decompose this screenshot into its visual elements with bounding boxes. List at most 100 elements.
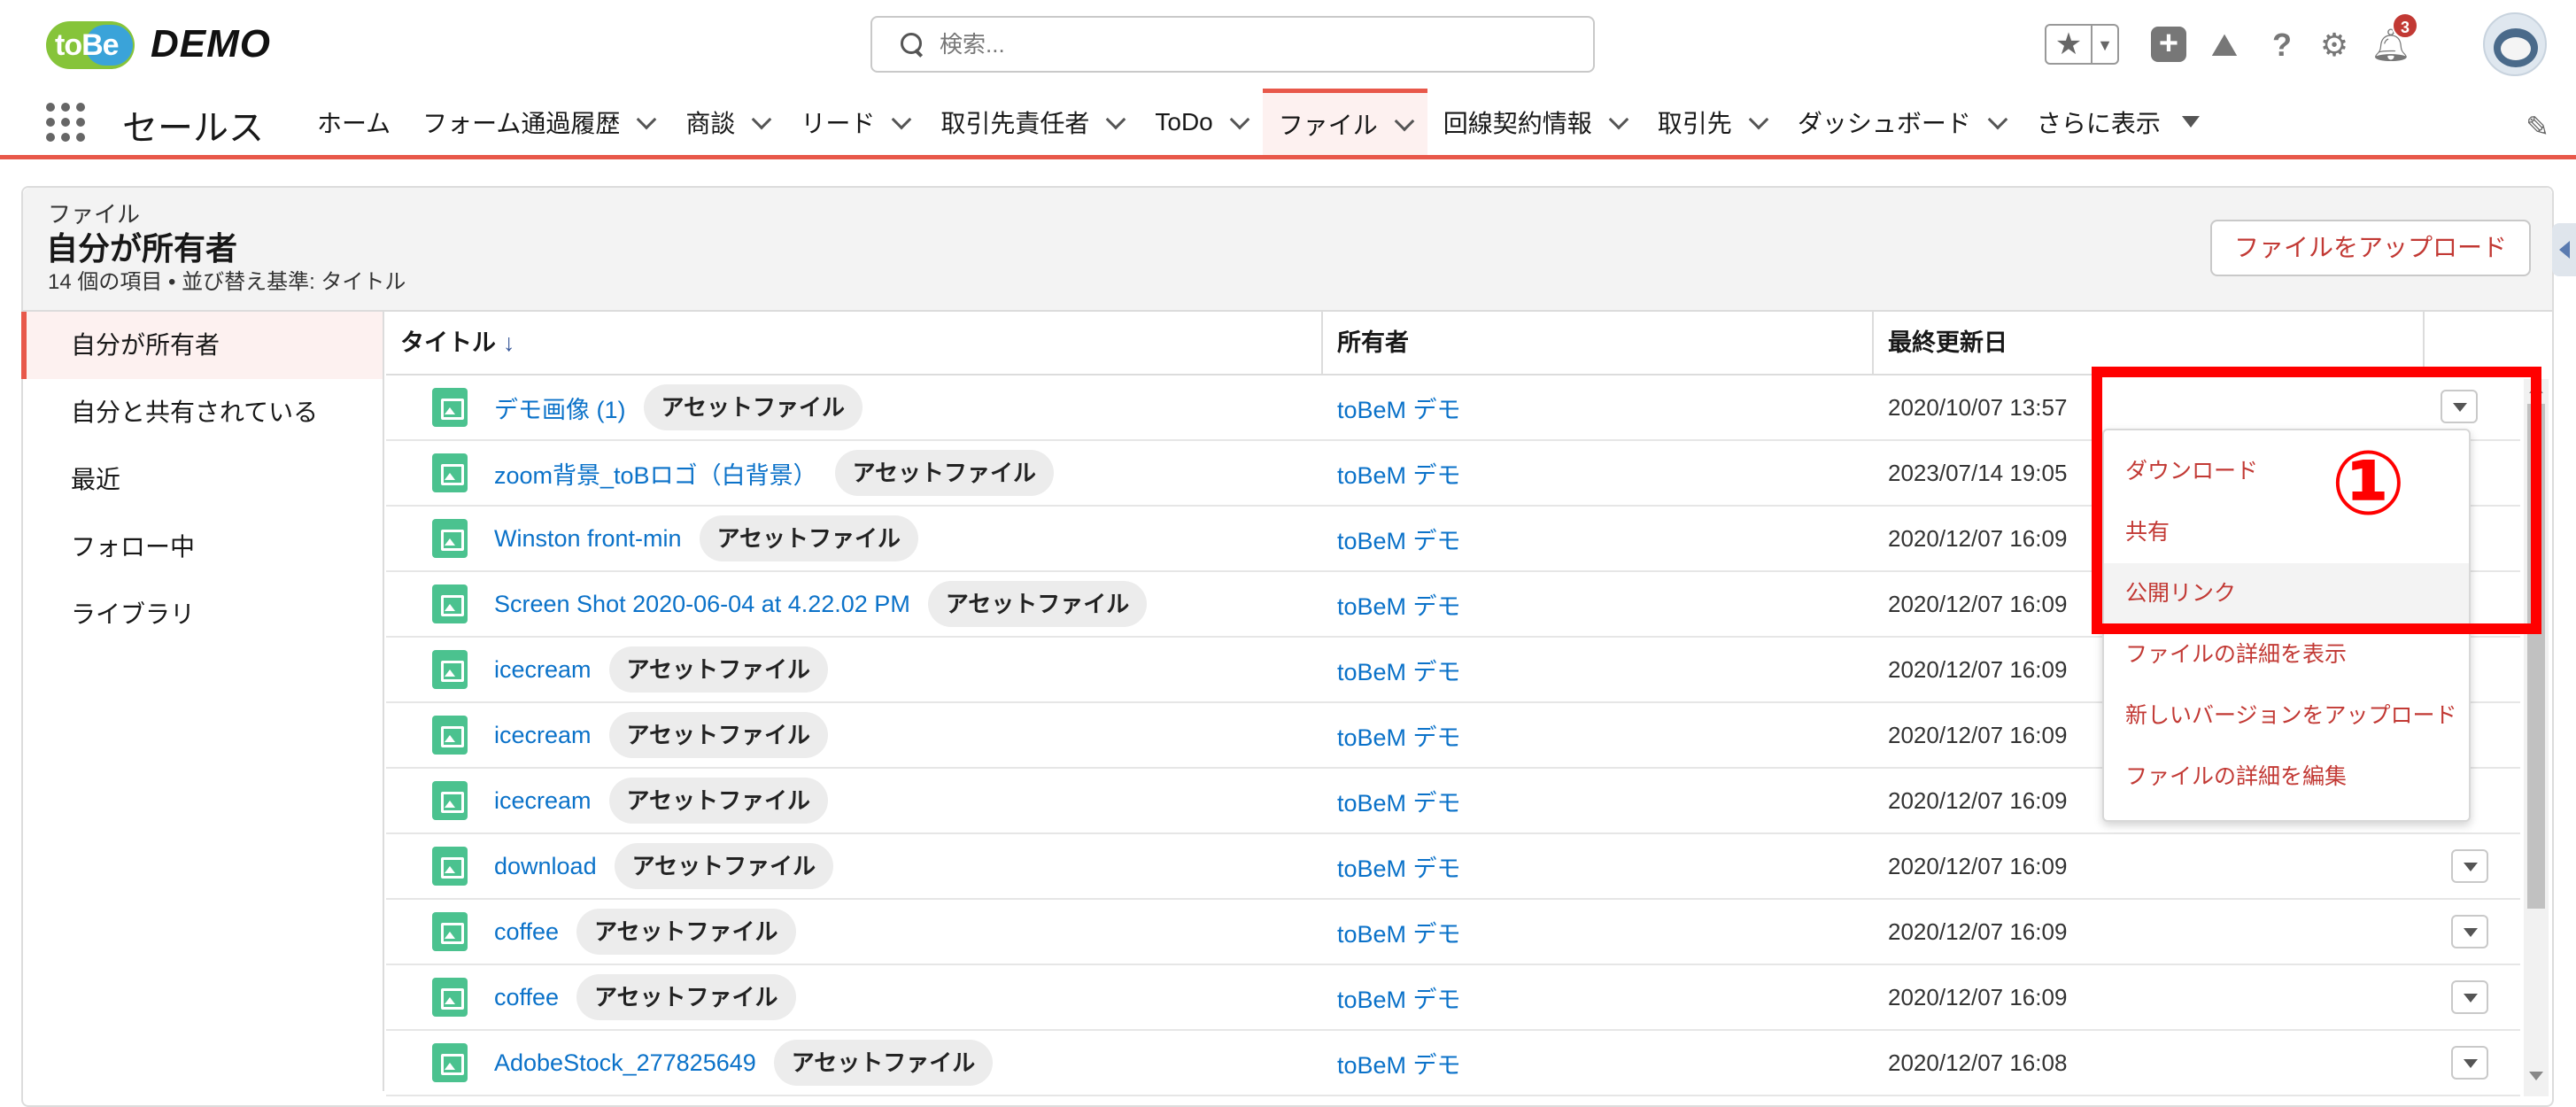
- chevron-down-icon[interactable]: [1106, 109, 1126, 129]
- annotation-highlight-box: [2092, 367, 2541, 634]
- nav-item-9[interactable]: ダッシュボード: [1782, 89, 2021, 155]
- file-title-link[interactable]: download: [494, 853, 597, 880]
- help-icon[interactable]: ?: [2262, 25, 2302, 66]
- nav-item-label: 回線契約情報: [1443, 109, 1592, 137]
- owner-link[interactable]: toBeM デモ: [1323, 915, 1874, 949]
- file-title-link[interactable]: icecream: [494, 722, 592, 749]
- global-search[interactable]: [870, 16, 1595, 73]
- nav-item-label: ダッシュボード: [1797, 109, 1971, 137]
- asset-file-badge: アセットファイル: [608, 712, 829, 758]
- nav-item-0[interactable]: ホーム: [301, 89, 406, 155]
- row-actions-button[interactable]: [2451, 849, 2488, 883]
- sidebar-item[interactable]: 自分が所有者: [21, 312, 383, 379]
- row-actions-button[interactable]: [2451, 980, 2488, 1014]
- search-input[interactable]: [940, 30, 1559, 58]
- title-cell: デモ画像 (1) アセットファイル: [386, 384, 1323, 430]
- file-title-link[interactable]: Screen Shot 2020-06-04 at 4.22.02 PM: [494, 591, 910, 618]
- asset-file-badge: アセットファイル: [773, 1040, 994, 1086]
- logo-badge-text: toBe: [55, 28, 120, 62]
- global-actions-plus-icon[interactable]: +: [2151, 27, 2186, 62]
- title-cell: icecream アセットファイル: [386, 712, 1323, 758]
- owner-link[interactable]: toBeM デモ: [1323, 718, 1874, 753]
- owner-link[interactable]: toBeM デモ: [1323, 653, 1874, 687]
- owner-link[interactable]: toBeM デモ: [1323, 456, 1874, 491]
- chevron-down-icon[interactable]: [1229, 109, 1250, 129]
- chevron-down-icon[interactable]: [892, 109, 912, 129]
- column-header-owner[interactable]: 所有者: [1323, 312, 1874, 374]
- avatar[interactable]: [2483, 12, 2547, 76]
- owner-link[interactable]: toBeM デモ: [1323, 1046, 1874, 1080]
- file-title-link[interactable]: AdobeStock_277825649: [494, 1049, 756, 1077]
- chevron-down-icon[interactable]: [637, 109, 657, 129]
- image-file-icon: [432, 847, 468, 886]
- chevron-down-icon[interactable]: [1394, 111, 1415, 132]
- table-row: coffee アセットファイル toBeM デモ 2020/12/07 16:09: [386, 900, 2520, 965]
- nav-item-1[interactable]: フォーム通過履歴: [406, 89, 669, 155]
- chevron-down-icon[interactable]: ▼: [2093, 26, 2117, 63]
- utility-panel-toggle[interactable]: [2552, 223, 2576, 276]
- sidebar-item[interactable]: フォロー中: [21, 514, 383, 581]
- nav-item-6[interactable]: ファイル: [1262, 89, 1427, 155]
- gear-icon[interactable]: ⚙: [2314, 25, 2355, 66]
- menu-item[interactable]: ファイルの詳細を編集: [2104, 747, 2469, 808]
- chevron-down-icon[interactable]: [1748, 109, 1769, 129]
- trailhead-icon[interactable]: ⛰: [2204, 25, 2245, 66]
- row-actions-button[interactable]: [2451, 915, 2488, 948]
- image-file-icon: [432, 912, 468, 951]
- nav-item-label: リード: [801, 109, 876, 137]
- favorites-button[interactable]: ★ ▼: [2045, 24, 2119, 65]
- title-cell: icecream アセットファイル: [386, 646, 1323, 693]
- title-cell: Winston front-min アセットファイル: [386, 515, 1323, 561]
- nav-item-label: ホーム: [317, 109, 391, 137]
- chevron-down-icon[interactable]: [1987, 109, 2008, 129]
- menu-item[interactable]: 新しいバージョンをアップロード: [2104, 685, 2469, 747]
- nav-item-4[interactable]: 取引先責任者: [924, 89, 1139, 155]
- chevron-down-icon[interactable]: [752, 109, 772, 129]
- nav-item-5[interactable]: ToDo: [1139, 89, 1262, 155]
- file-title-link[interactable]: zoom背景_toBロゴ（白背景）: [494, 456, 817, 491]
- owner-link[interactable]: toBeM デモ: [1323, 849, 1874, 884]
- list-title: 自分が所有者: [46, 230, 238, 267]
- owner-link[interactable]: toBeM デモ: [1323, 587, 1874, 622]
- nav-item-10[interactable]: さらに表示: [2021, 89, 2216, 155]
- chevron-down-icon[interactable]: [1608, 109, 1629, 129]
- owner-link[interactable]: toBeM デモ: [1323, 522, 1874, 556]
- file-title-link[interactable]: coffee: [494, 984, 559, 1011]
- column-header-updated[interactable]: 最終更新日: [1874, 312, 2425, 374]
- asset-file-badge: アセットファイル: [608, 778, 829, 824]
- asset-file-badge: アセットファイル: [643, 384, 863, 430]
- nav-item-3[interactable]: リード: [785, 89, 924, 155]
- image-file-icon: [432, 1043, 468, 1082]
- owner-link[interactable]: toBeM デモ: [1323, 391, 1874, 425]
- nav-item-7[interactable]: 回線契約情報: [1427, 89, 1642, 155]
- file-title-link[interactable]: デモ画像 (1): [494, 391, 626, 425]
- nav-item-label: 取引先責任者: [940, 109, 1090, 137]
- scroll-down-icon[interactable]: [2529, 1072, 2543, 1080]
- annotation-callout: ①: [2331, 434, 2406, 533]
- file-title-link[interactable]: coffee: [494, 918, 559, 946]
- upload-file-button[interactable]: ファイルをアップロード: [2210, 220, 2531, 276]
- nav-item-2[interactable]: 商談: [669, 89, 785, 155]
- app-logo[interactable]: toBe DEMO: [46, 14, 271, 74]
- app-launcher-icon[interactable]: [46, 103, 85, 142]
- sidebar-item[interactable]: ライブラリ: [21, 581, 383, 648]
- caret-down-icon[interactable]: [2181, 116, 2200, 128]
- actions-cell: [2425, 833, 2520, 899]
- sidebar-item[interactable]: 自分と共有されている: [21, 379, 383, 446]
- row-actions-button[interactable]: [2451, 1046, 2488, 1080]
- owner-link[interactable]: toBeM デモ: [1323, 980, 1874, 1015]
- file-title-link[interactable]: icecream: [494, 787, 592, 815]
- logo-badge: toBe: [46, 16, 135, 73]
- file-title-link[interactable]: Winston front-min: [494, 525, 682, 553]
- nav-item-8[interactable]: 取引先: [1642, 89, 1782, 155]
- column-header-title[interactable]: タイトル ↓: [386, 312, 1323, 374]
- owner-link[interactable]: toBeM デモ: [1323, 784, 1874, 818]
- nav-item-label: 取引先: [1657, 109, 1732, 137]
- star-icon: ★: [2046, 26, 2093, 63]
- file-filter-sidebar: 自分が所有者 自分と共有されている 最近 フォロー中 ライブラリ: [21, 312, 384, 1091]
- file-title-link[interactable]: icecream: [494, 656, 592, 684]
- edit-nav-pencil-icon[interactable]: ✎: [2526, 110, 2549, 143]
- search-icon: [899, 31, 925, 58]
- title-cell: coffee アセットファイル: [386, 974, 1323, 1020]
- sidebar-item[interactable]: 最近: [21, 446, 383, 514]
